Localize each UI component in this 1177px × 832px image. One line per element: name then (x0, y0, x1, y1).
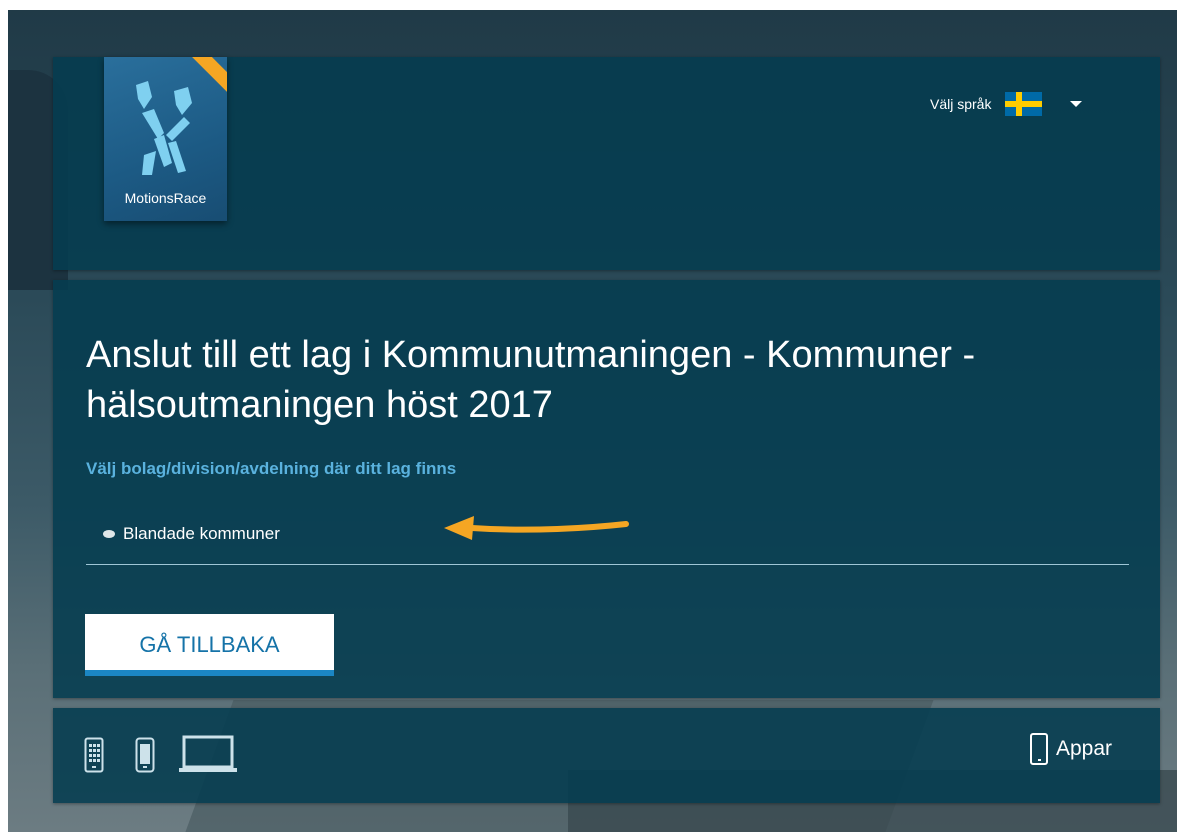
logo-runner-icon (136, 81, 192, 175)
group-icon (103, 530, 115, 538)
apps-link[interactable]: Appar (1030, 733, 1112, 765)
mobile-phone-icon[interactable] (135, 737, 155, 773)
list-item-blandade-kommuner[interactable]: Blandade kommuner (103, 524, 280, 544)
caret-down-icon[interactable] (1070, 101, 1083, 107)
list-divider (86, 564, 1129, 565)
language-selector[interactable]: Välj språk (930, 92, 1083, 116)
back-button[interactable]: GÅ TILLBAKA (85, 614, 334, 676)
annotation-arrow (444, 516, 629, 540)
logo-text: MotionsRace (124, 190, 207, 206)
page-subtitle: Välj bolag/division/avdelning där ditt l… (86, 459, 457, 478)
smartphone-icon (1030, 733, 1048, 765)
motionsrace-logo[interactable]: MotionsRace (104, 57, 227, 221)
apps-label: Appar (1056, 737, 1113, 760)
swedish-flag-icon (1005, 92, 1043, 116)
list-item-label: Blandade kommuner (123, 524, 280, 543)
language-label: Välj språk (930, 96, 992, 112)
page-title: Anslut till ett lag i Kommunutmaningen -… (86, 334, 976, 426)
tablet-icon[interactable] (84, 737, 104, 773)
laptop-icon[interactable] (178, 734, 238, 774)
